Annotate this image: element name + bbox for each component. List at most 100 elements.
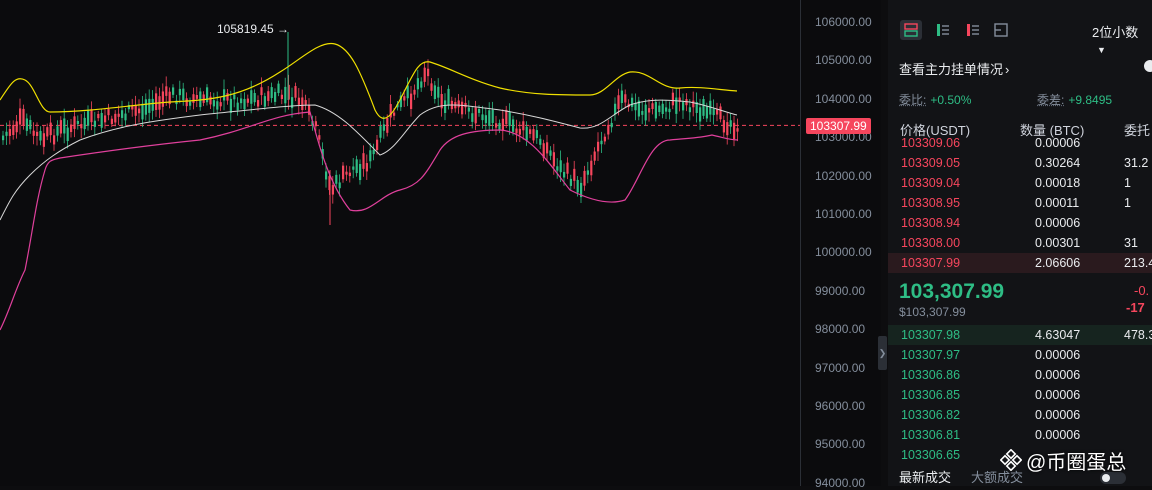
bid-row[interactable]: 103307.98 4.63047 478.3 xyxy=(888,325,1152,345)
binance-logo-icon xyxy=(1000,449,1022,471)
orderbook-both-icon[interactable] xyxy=(900,20,922,40)
price-tick: 105000.00 xyxy=(815,53,872,68)
candle-body xyxy=(437,86,440,98)
orderbook-depth-icon[interactable] xyxy=(990,20,1012,40)
panel-collapse-handle[interactable]: ❯ xyxy=(878,336,887,370)
candle-body xyxy=(212,100,215,107)
candle-body xyxy=(522,121,525,131)
candle-body xyxy=(607,124,610,135)
ask-price: 103308.00 xyxy=(901,236,961,250)
ask-price: 103309.05 xyxy=(901,156,961,170)
main-orders-link[interactable]: 查看主力挂单情况 › xyxy=(899,59,1009,78)
ask-row[interactable]: 103308.94 0.00006 xyxy=(888,213,1152,233)
candle-body xyxy=(566,162,569,174)
ask-row[interactable]: 103308.95 0.00011 1 xyxy=(888,193,1152,213)
max-price-label: 105819.45 → xyxy=(217,22,290,36)
candle-body xyxy=(219,102,222,107)
bid-qty: 0.00006 xyxy=(1035,428,1081,442)
candle-body xyxy=(301,97,304,111)
candle-body xyxy=(195,95,198,99)
ask-price: 103309.04 xyxy=(901,176,961,190)
candle-body xyxy=(100,112,103,128)
candle-body xyxy=(726,122,729,136)
price-change-percent: -0. xyxy=(1134,283,1150,298)
ask-qty: 0.00006 xyxy=(1035,136,1081,150)
candle-body xyxy=(338,182,341,189)
candle-body xyxy=(141,103,144,120)
ask-row[interactable]: 103309.06 0.00006 xyxy=(888,133,1152,153)
price-axis[interactable]: 106000.00 105000.00 104000.00 103000.00 1020… xyxy=(800,0,881,490)
candle-body xyxy=(651,103,654,109)
orderbook-bids-icon[interactable] xyxy=(932,20,954,40)
price-tick: 104000.00 xyxy=(815,91,872,106)
candle-body xyxy=(331,185,334,195)
candle-body xyxy=(56,126,59,136)
candle-body xyxy=(423,67,426,82)
decimals-select[interactable]: 2位小数 ▼ xyxy=(1092,22,1152,56)
candle-body xyxy=(151,98,154,111)
candle-body xyxy=(148,98,151,113)
bid-row[interactable]: 103307.97 0.00006 xyxy=(888,345,1152,365)
candle-body xyxy=(12,125,15,135)
candle-body xyxy=(325,171,328,180)
bid-row[interactable]: 103306.81 0.00006 xyxy=(888,425,1152,445)
main-orders-toggle[interactable] xyxy=(1144,60,1152,72)
bid-row[interactable]: 103306.82 0.00006 xyxy=(888,405,1152,425)
candle-body xyxy=(372,149,375,155)
candle-body xyxy=(36,131,39,136)
candle-body xyxy=(464,102,467,108)
candle-body xyxy=(661,103,664,114)
candle-body xyxy=(699,107,702,122)
candle-body xyxy=(155,93,158,110)
candle-body xyxy=(712,108,715,116)
candle-body xyxy=(49,122,52,136)
kline-chart[interactable]: 105819.45 → xyxy=(0,0,800,486)
candle-body xyxy=(39,130,42,141)
orderbook-panel: 2位小数▼ 查看主力挂单情况 › 委比: +0.50% 委差: +9.8495 价格(… xyxy=(888,0,1152,486)
ask-qty: 0.00011 xyxy=(1035,196,1080,210)
candle-body xyxy=(624,94,627,103)
candle-body xyxy=(444,100,447,113)
bid-qty: 4.63047 xyxy=(1035,328,1081,342)
candle-body xyxy=(314,121,317,127)
candle-body xyxy=(304,100,307,105)
bid-row[interactable]: 103306.85 0.00006 xyxy=(888,385,1152,405)
candle-body xyxy=(590,160,593,176)
orderbook-asks-icon[interactable] xyxy=(962,20,984,40)
ask-row[interactable]: 103309.05 0.30264 31.2 xyxy=(888,153,1152,173)
candle-body xyxy=(206,87,209,103)
ask-qty: 0.00301 xyxy=(1035,236,1081,250)
candle-body xyxy=(593,151,596,161)
bid-qty: 0.00006 xyxy=(1035,368,1081,382)
candle-body xyxy=(573,168,576,181)
candle-body xyxy=(420,81,423,88)
candle-body xyxy=(189,101,192,106)
candle-body xyxy=(161,91,164,107)
candle-body xyxy=(22,108,25,126)
ask-total: 31 xyxy=(1124,236,1138,250)
last-price: 103,307.99 xyxy=(899,280,1005,303)
ask-row[interactable]: 103307.99 2.06606 213.4 xyxy=(888,253,1152,273)
candle-body xyxy=(393,112,396,116)
bid-ask-diff: 委差: +9.8495 xyxy=(1037,91,1112,108)
ask-total: 1 xyxy=(1124,196,1131,210)
candle-body xyxy=(182,88,185,101)
tab-latest-trades[interactable]: 最新成交 xyxy=(899,467,951,486)
candle-body xyxy=(138,108,141,114)
candle-body xyxy=(644,104,647,121)
ask-row[interactable]: 103308.00 0.00301 31 xyxy=(888,233,1152,253)
candle-body xyxy=(267,91,270,101)
candle-body xyxy=(416,78,419,90)
decimals-label: 2位小数 xyxy=(1092,25,1139,40)
ask-row[interactable]: 103309.04 0.00018 1 xyxy=(888,173,1152,193)
candle-body xyxy=(467,107,470,112)
candle-body xyxy=(484,115,487,124)
candle-body xyxy=(297,97,300,105)
candle-body xyxy=(512,119,515,132)
candle-body xyxy=(716,109,719,115)
candle-body xyxy=(15,121,18,133)
candle-body xyxy=(73,116,76,129)
candle-body xyxy=(498,122,501,130)
bid-row[interactable]: 103306.86 0.00006 xyxy=(888,365,1152,385)
candle-body xyxy=(539,138,542,145)
